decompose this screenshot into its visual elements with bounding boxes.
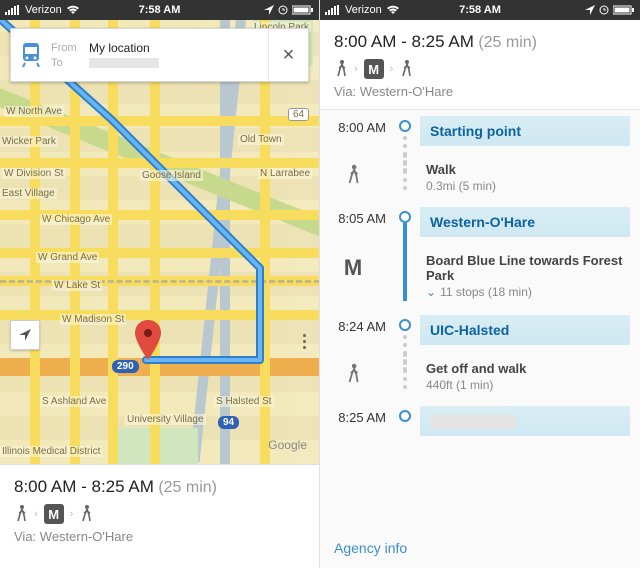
step-walk-2: Get off and walk440ft (1 min) <box>320 353 640 400</box>
label-north: W North Ave <box>4 106 64 117</box>
directions-card: From My location To × <box>10 28 309 82</box>
label-oldtown: Old Town <box>238 134 284 145</box>
more-options-button[interactable] <box>295 334 313 349</box>
walk-icon <box>334 60 348 78</box>
phone-right: Verizon 7:58 AM 8:00 AM - 8:25 AM (25 mi… <box>320 0 640 568</box>
itinerary-header: 8:00 AM - 8:25 AM (25 min) › M › Via: We… <box>320 20 640 110</box>
route-shield-290: 290 <box>112 360 139 373</box>
wifi-icon <box>386 5 400 15</box>
map-view[interactable]: Lincoln Park W North Ave Wicker Park W D… <box>0 20 319 464</box>
phone-left: Verizon 7:58 AM <box>0 0 320 568</box>
label-larrabee: N Larrabee <box>258 168 312 179</box>
summary-duration: (25 min) <box>158 479 217 496</box>
step-walk-1: Walk0.3mi (5 min) <box>320 154 640 201</box>
map-pin-icon <box>135 320 161 360</box>
label-ashland: S Ashland Ave <box>40 396 108 407</box>
from-value: My location <box>89 41 150 55</box>
label-halsted: S Halsted St <box>214 396 274 407</box>
summary-modes: › M › <box>14 504 305 524</box>
step-destination[interactable]: 8:25 AM <box>320 400 640 444</box>
to-value-redacted <box>89 58 159 68</box>
alarm-icon <box>599 5 609 15</box>
my-location-button[interactable] <box>10 320 40 350</box>
walk-icon <box>14 505 28 523</box>
summary-time-range: 8:00 AM - 8:25 AM <box>14 477 154 496</box>
label-grand: W Grand Ave <box>36 252 99 263</box>
walk-icon <box>79 505 93 523</box>
label-goose: Goose Island <box>140 170 203 181</box>
walk-icon <box>399 60 413 78</box>
close-button[interactable]: × <box>268 29 308 81</box>
location-arrow-icon <box>264 5 274 15</box>
status-bar: Verizon 7:58 AM <box>320 0 640 20</box>
signal-icon <box>325 5 341 15</box>
route-shield-64: 64 <box>288 108 309 121</box>
clock: 7:58 AM <box>139 4 181 16</box>
label-wicker: Wicker Park <box>0 136 58 147</box>
walk-icon <box>345 164 361 186</box>
step-uic[interactable]: 8:24 AM UIC-Halsted <box>320 309 640 353</box>
close-icon: × <box>283 44 295 67</box>
label-chicago: W Chicago Ave <box>40 214 112 225</box>
alarm-icon <box>278 5 288 15</box>
destination-redacted <box>420 406 630 436</box>
stops-expand[interactable]: ⌄11 stops (18 min) <box>420 283 630 299</box>
label-medical: Illinois Medical District <box>0 446 102 457</box>
label-east: East Village <box>0 188 57 199</box>
battery-icon <box>292 5 314 15</box>
to-label: To <box>51 57 83 69</box>
agency-info-link[interactable]: Agency info <box>334 540 407 556</box>
summary-via: Via: Western-O'Hare <box>14 529 305 544</box>
itinerary-steps: 8:00 AM Starting point Walk0.3mi (5 min)… <box>320 110 640 444</box>
step-western[interactable]: 8:05 AM Western-O'Hare <box>320 201 640 245</box>
carrier-label: Verizon <box>25 4 62 16</box>
label-lake: W Lake St <box>52 280 102 291</box>
location-arrow-icon <box>17 327 33 343</box>
google-watermark: Google <box>268 438 307 452</box>
status-bar: Verizon 7:58 AM <box>0 0 319 20</box>
step-starting-point[interactable]: 8:00 AM Starting point <box>320 110 640 154</box>
signal-icon <box>5 5 21 15</box>
wifi-icon <box>66 5 80 15</box>
walk-icon <box>345 363 361 385</box>
step-board-blue: M Board Blue Line towards Forest Park ⌄1… <box>320 245 640 309</box>
from-field[interactable]: From My location <box>51 41 268 55</box>
battery-icon <box>613 5 635 15</box>
to-field[interactable]: To <box>51 57 268 69</box>
label-madison: W Madison St <box>60 314 126 325</box>
route-summary-card[interactable]: 8:00 AM - 8:25 AM (25 min) › M › Via: We… <box>0 464 319 568</box>
from-label: From <box>51 42 83 54</box>
label-division: W Division St <box>2 168 65 179</box>
transit-mode-icon[interactable] <box>11 29 51 81</box>
route-shield-94: 94 <box>218 416 239 429</box>
label-university: University Village <box>125 414 206 425</box>
location-arrow-icon <box>585 5 595 15</box>
chevron-down-icon: ⌄ <box>426 285 436 299</box>
metro-badge: M <box>44 504 64 524</box>
